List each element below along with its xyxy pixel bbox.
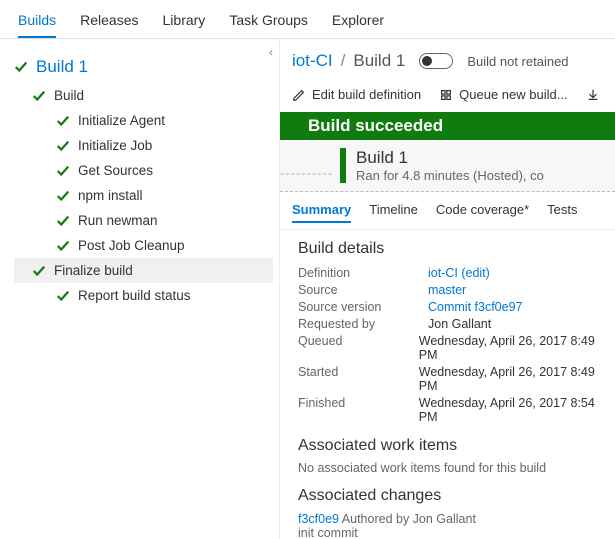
tab-task-groups[interactable]: Task Groups: [229, 6, 308, 38]
val-queued: Wednesday, April 26, 2017 8:49 PM: [419, 334, 603, 362]
check-icon: [56, 214, 70, 228]
subtab-tests[interactable]: Tests: [547, 202, 577, 223]
edit-label: Edit build definition: [312, 87, 421, 102]
breadcrumb-project[interactable]: iot-CI: [292, 51, 333, 71]
breadcrumb: iot-CI / Build 1 Build not retained: [280, 51, 615, 77]
check-icon: [56, 139, 70, 153]
subtab-timeline[interactable]: Timeline: [369, 202, 418, 223]
tab-releases[interactable]: Releases: [80, 6, 138, 38]
work-items-section: Associated work items No associated work…: [280, 427, 615, 477]
step-label: Run newman: [78, 213, 158, 228]
build-tree-root-label: Build 1: [36, 57, 88, 77]
lbl-queued: Queued: [298, 334, 419, 362]
retain-label: Build not retained: [467, 54, 568, 69]
val-definition[interactable]: iot-CI: [428, 266, 458, 280]
val-source[interactable]: master: [428, 283, 466, 297]
status-banner: Build succeeded: [280, 112, 615, 140]
queue-icon: [439, 88, 453, 102]
queue-label: Queue new build...: [459, 87, 567, 102]
check-icon: [14, 60, 28, 74]
tree-step-init-agent[interactable]: Initialize Agent: [14, 108, 279, 133]
subtab-summary[interactable]: Summary: [292, 202, 351, 223]
build-tree-root[interactable]: Build 1: [14, 53, 279, 83]
step-label: Report build status: [78, 288, 191, 303]
check-icon: [56, 289, 70, 303]
check-icon: [56, 114, 70, 128]
tree-step-get-sources[interactable]: Get Sources: [14, 158, 279, 183]
dash-prefix: - - - - - - - - - -: [280, 166, 331, 180]
change-author: Authored by Jon Gallant: [339, 512, 476, 526]
subtab-coverage[interactable]: Code coverage*: [436, 202, 529, 223]
pencil-icon: [292, 88, 306, 102]
download-button[interactable]: [586, 87, 600, 102]
work-items-empty: No associated work items found for this …: [298, 461, 603, 475]
retain-toggle[interactable]: [419, 53, 453, 69]
changes-section: Associated changes f3cf0e9 Authored by J…: [280, 477, 615, 539]
step-label: npm install: [78, 188, 143, 203]
status-bar: [340, 148, 346, 183]
step-label: Post Job Cleanup: [78, 238, 185, 253]
tree-step-init-job[interactable]: Initialize Job: [14, 133, 279, 158]
val-version[interactable]: Commit f3cf0e97: [428, 300, 522, 314]
build-details-heading: Build details: [298, 240, 603, 258]
changes-heading: Associated changes: [298, 487, 603, 505]
tree-step-npm-install[interactable]: npm install: [14, 183, 279, 208]
val-finished: Wednesday, April 26, 2017 8:54 PM: [419, 396, 603, 424]
val-started: Wednesday, April 26, 2017 8:49 PM: [419, 365, 603, 393]
queue-build-button[interactable]: Queue new build...: [439, 87, 567, 102]
build-duration: Ran for 4.8 minutes (Hosted), co: [356, 168, 544, 183]
step-label: Initialize Job: [78, 138, 152, 153]
step-label: Get Sources: [78, 163, 153, 178]
work-items-heading: Associated work items: [298, 437, 603, 455]
lbl-requested: Requested by: [298, 317, 428, 331]
tab-library[interactable]: Library: [163, 6, 206, 38]
check-icon: [56, 164, 70, 178]
download-icon: [586, 88, 600, 102]
edit-definition-link[interactable]: (edit): [461, 266, 489, 280]
build-summary-row: - - - - - - - - - - Build 1 Ran for 4.8 …: [280, 140, 615, 192]
sub-tabs: Summary Timeline Code coverage* Tests: [280, 192, 615, 230]
tree-step-run-newman[interactable]: Run newman: [14, 208, 279, 233]
change-commit-link[interactable]: f3cf0e9: [298, 512, 339, 526]
main-panel: iot-CI / Build 1 Build not retained Edit…: [280, 39, 615, 539]
lbl-started: Started: [298, 365, 419, 393]
build-details-section: Build details Definitioniot-CI (edit) So…: [280, 230, 615, 427]
check-icon: [56, 239, 70, 253]
val-requested: Jon Gallant: [428, 317, 491, 331]
lbl-version: Source version: [298, 300, 428, 314]
step-label: Initialize Agent: [78, 113, 165, 128]
breadcrumb-build: Build 1: [353, 51, 405, 71]
build-name: Build 1: [356, 148, 544, 168]
breadcrumb-sep: /: [341, 51, 346, 71]
lbl-source: Source: [298, 283, 428, 297]
tab-builds[interactable]: Builds: [18, 6, 56, 38]
top-tabs: Builds Releases Library Task Groups Expl…: [0, 0, 615, 39]
lbl-finished: Finished: [298, 396, 419, 424]
change-message: init commit: [298, 526, 603, 539]
finalize-label: Finalize build: [54, 263, 133, 278]
tree-step-report-status[interactable]: Report build status: [14, 283, 279, 308]
tree-build-label: Build: [54, 88, 84, 103]
edit-definition-button[interactable]: Edit build definition: [292, 87, 421, 102]
lbl-definition: Definition: [298, 266, 428, 280]
tree-step-post-job[interactable]: Post Job Cleanup: [14, 233, 279, 258]
tab-explorer[interactable]: Explorer: [332, 6, 384, 38]
check-icon: [56, 189, 70, 203]
check-icon: [32, 264, 46, 278]
tree-build[interactable]: Build: [14, 83, 279, 108]
tree-finalize[interactable]: Finalize build: [14, 258, 273, 283]
toolbar: Edit build definition Queue new build...: [280, 77, 615, 112]
check-icon: [32, 89, 46, 103]
sidebar: ‹ Build 1 Build Initialize Agent Initial…: [0, 39, 280, 539]
collapse-sidebar-icon[interactable]: ‹: [269, 45, 273, 59]
